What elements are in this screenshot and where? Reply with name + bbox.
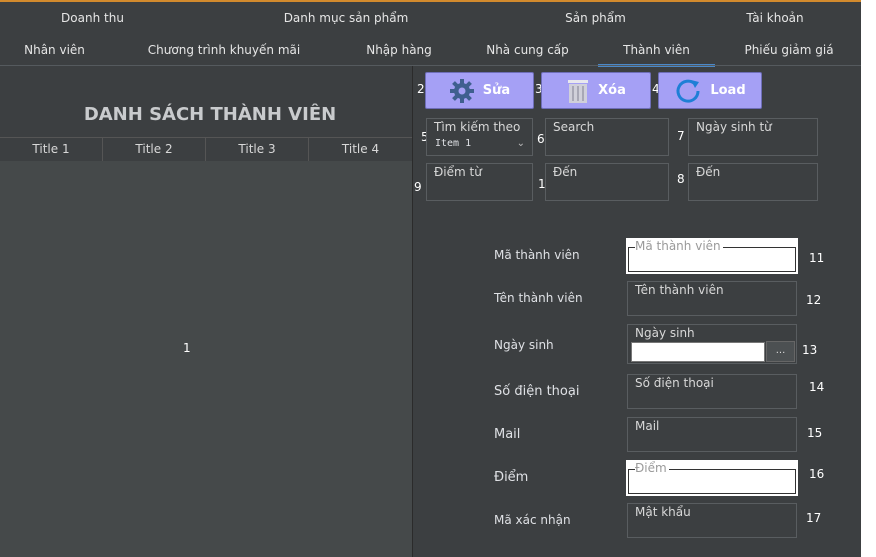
tab-row-top: Doanh thu Danh mục sản phẩm Sản phẩm Tài… — [0, 2, 861, 34]
search-input[interactable]: Search — [545, 118, 669, 156]
birth-from-marker: 7 — [677, 129, 685, 143]
search-by-value: Item 1 — [435, 138, 472, 149]
points-to-input[interactable]: Đến — [545, 163, 669, 201]
tab-members[interactable]: Thành viên — [598, 34, 715, 67]
edit-button-marker: 2 — [417, 82, 425, 96]
tab-vouchers[interactable]: Phiếu giảm giá — [730, 34, 848, 66]
mail-placeholder: Mail — [635, 419, 662, 433]
tab-imports[interactable]: Nhập hàng — [355, 34, 443, 66]
birth-from-input[interactable]: Ngày sinh từ — [688, 118, 818, 156]
birth-to-label: Đến — [696, 165, 723, 179]
tab-accounts[interactable]: Tài khoản — [730, 2, 820, 34]
points-from-label: Điểm từ — [434, 165, 484, 179]
member-name-field[interactable]: Tên thành viên — [627, 281, 797, 316]
column-header[interactable]: Title 1 — [0, 138, 103, 161]
confirm-code-placeholder: Mật khẩu — [635, 505, 693, 519]
tab-promotions[interactable]: Chương trình khuyến mãi — [140, 34, 308, 66]
points-from-input[interactable]: Điểm từ — [426, 163, 533, 201]
member-list-title: DANH SÁCH THÀNH VIÊN — [83, 104, 337, 125]
tab-row-bottom: Nhân viên Chương trình khuyến mãi Nhập h… — [0, 34, 861, 67]
member-id-field[interactable]: Mã thành viên — [626, 238, 798, 274]
points-label: Điểm — [494, 470, 529, 485]
edit-button-label: Sửa — [482, 83, 511, 98]
confirm-code-label: Mã xác nhận — [494, 513, 571, 527]
search-marker: 6 — [537, 132, 545, 146]
member-id-marker: 11 — [809, 251, 825, 265]
search-by-combobox[interactable]: Tìm kiếm theo Item 1 ⌄ — [426, 118, 533, 156]
birthday-placeholder: Ngày sinh — [635, 326, 697, 340]
list-marker: 1 — [183, 341, 191, 355]
points-marker: 16 — [809, 467, 825, 481]
edit-button[interactable]: Sửa — [425, 72, 534, 109]
gear-icon — [449, 78, 474, 103]
refresh-icon — [676, 79, 700, 103]
phone-label: Số điện thoại — [494, 384, 580, 399]
load-button-label: Load — [710, 83, 746, 98]
mail-label: Mail — [494, 427, 521, 442]
member-table-body[interactable] — [0, 161, 412, 557]
delete-button[interactable]: Xóa — [541, 72, 651, 109]
member-name-placeholder: Tên thành viên — [635, 283, 726, 297]
search-by-label: Tìm kiếm theo — [434, 120, 523, 134]
column-header[interactable]: Title 2 — [103, 138, 206, 161]
points-to-label: Đến — [553, 165, 580, 179]
chevron-down-icon[interactable]: ⌄ — [517, 138, 525, 149]
member-name-marker: 12 — [806, 293, 822, 307]
member-name-label: Tên thành viên — [494, 291, 583, 305]
birthday-marker: 13 — [802, 343, 818, 357]
phone-field[interactable]: Số điện thoại — [627, 374, 797, 409]
member-id-label: Mã thành viên — [494, 248, 580, 262]
mail-marker: 15 — [807, 426, 823, 440]
points-field[interactable]: Điểm — [626, 460, 798, 496]
trash-icon — [568, 79, 589, 103]
birthday-date-input[interactable] — [631, 342, 765, 362]
tab-product-category[interactable]: Danh mục sản phẩm — [270, 2, 422, 34]
tab-employees[interactable]: Nhân viên — [12, 34, 97, 66]
confirm-code-field[interactable]: Mật khẩu — [627, 503, 797, 538]
phone-marker: 14 — [809, 380, 825, 394]
confirm-code-marker: 17 — [806, 511, 822, 525]
member-id-placeholder: Mã thành viên — [635, 239, 723, 253]
search-label: Search — [553, 120, 597, 134]
phone-placeholder: Số điện thoại — [635, 376, 716, 390]
date-picker-button[interactable]: ... — [766, 341, 795, 362]
birth-to-marker: 8 — [677, 172, 685, 186]
points-placeholder: Điểm — [635, 461, 669, 475]
member-table-header: Title 1 Title 2 Title 3 Title 4 — [0, 137, 412, 162]
birth-to-input[interactable]: Đến — [688, 163, 818, 201]
tab-revenue[interactable]: Doanh thu — [40, 2, 145, 34]
delete-button-label: Xóa — [598, 83, 626, 98]
mail-field[interactable]: Mail — [627, 417, 797, 452]
birth-from-label: Ngày sinh từ — [696, 120, 774, 134]
column-header[interactable]: Title 4 — [309, 138, 412, 161]
column-header[interactable]: Title 3 — [206, 138, 309, 161]
window-edge — [861, 0, 876, 557]
tab-suppliers[interactable]: Nhà cung cấp — [470, 34, 585, 66]
load-button[interactable]: Load — [658, 72, 762, 109]
birthday-label: Ngày sinh — [494, 338, 554, 352]
tab-products[interactable]: Sản phẩm — [548, 2, 643, 34]
points-from-marker: 9 — [414, 180, 422, 194]
